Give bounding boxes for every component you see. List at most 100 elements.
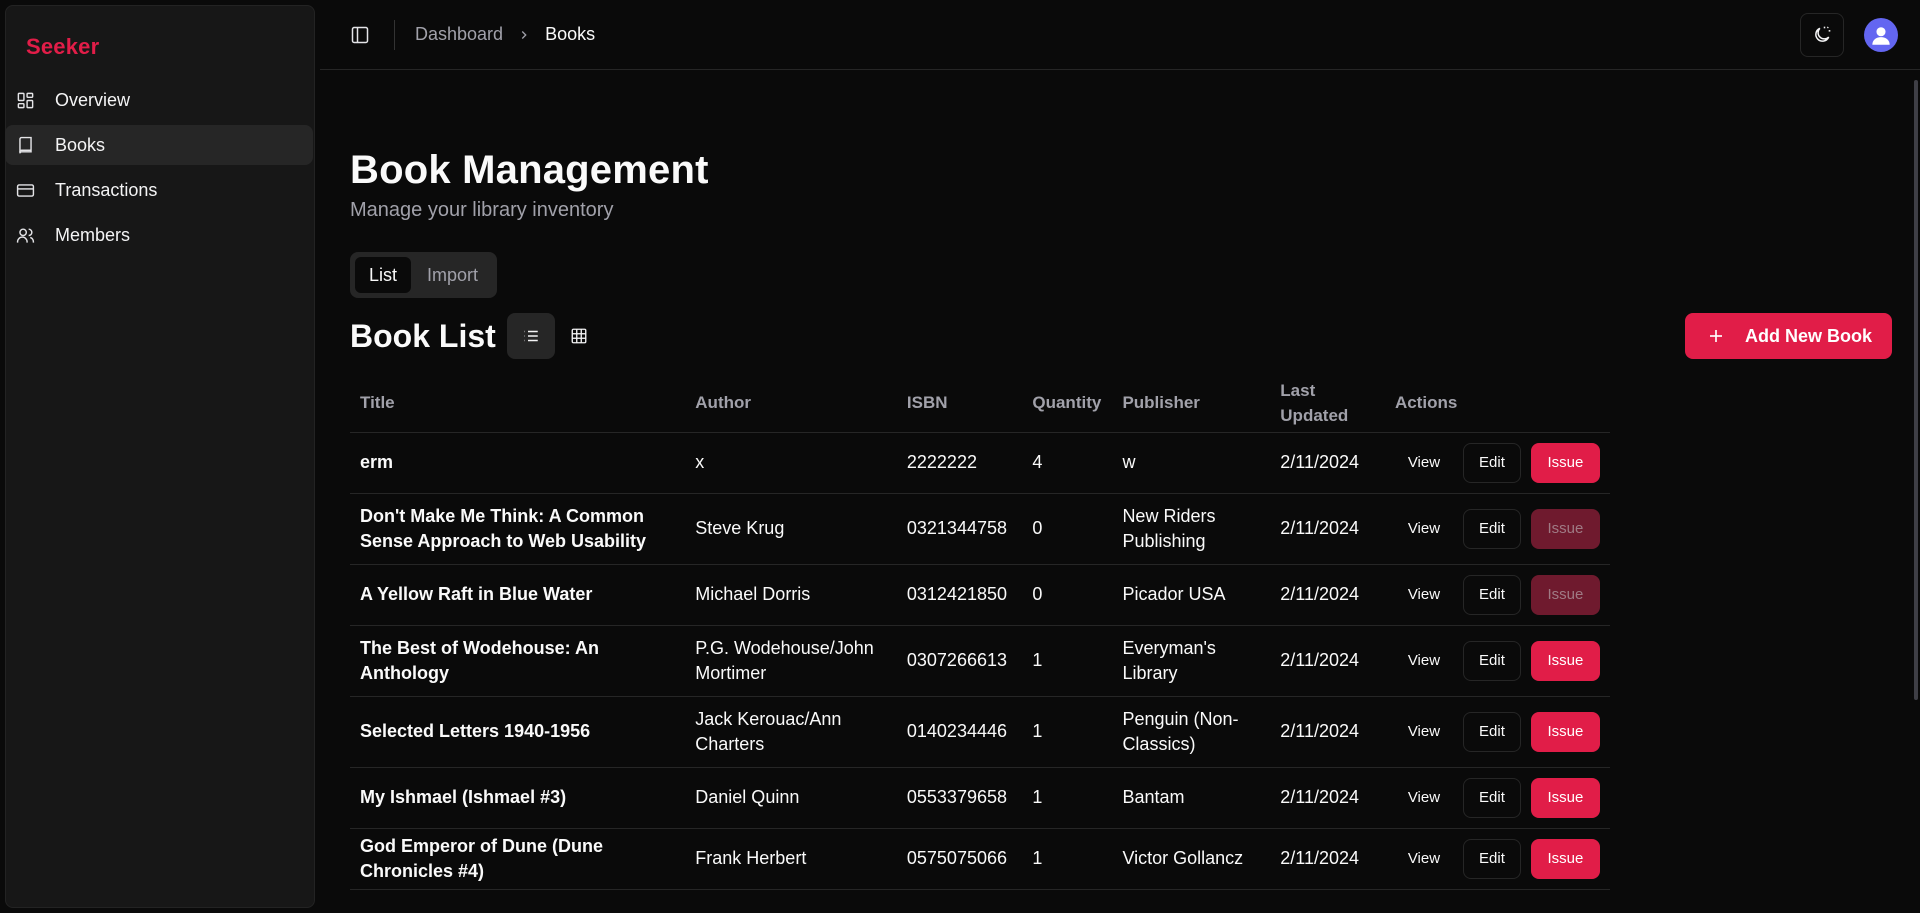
cell-publisher: Victor Gollancz — [1112, 828, 1271, 890]
breadcrumb-current: Books — [545, 24, 596, 44]
row-actions: View Edit Issue — [1395, 838, 1600, 879]
table-row[interactable]: Don't Make Me Think: A Common Sense Appr… — [350, 493, 1610, 565]
cell-author: Michael Dorris — [685, 564, 897, 626]
theme-toggle-button[interactable] — [1800, 12, 1844, 57]
scrollbar-thumb[interactable] — [1914, 80, 1918, 700]
topbar: Dashboard Books — [320, 0, 1920, 70]
cell-last-updated: 2/11/2024 — [1270, 564, 1385, 626]
row-actions: View Edit Issue — [1395, 574, 1600, 615]
cell-publisher: w — [1112, 432, 1271, 494]
edit-button[interactable]: Edit — [1462, 574, 1521, 615]
cell-quantity: 1 — [1022, 696, 1113, 768]
cell-actions: View Edit Issue — [1384, 828, 1610, 890]
cell-quantity: 1 — [1022, 625, 1113, 697]
sidebar-item-label: Transactions — [55, 179, 158, 200]
sidebar-item-label: Members — [55, 224, 131, 245]
issue-button[interactable]: Issue — [1530, 640, 1600, 681]
brand-logo[interactable]: Seeker — [6, 34, 314, 60]
cell-title: My Ishmael (Ishmael #3) — [350, 767, 686, 829]
sidebar: Seeker Overview Books Transactions Membe… — [0, 0, 320, 913]
view-button[interactable]: View — [1395, 712, 1453, 752]
cell-actions: View Edit Issue — [1384, 625, 1610, 697]
cell-actions: View Edit Issue — [1384, 767, 1610, 829]
issue-button: Issue — [1530, 574, 1600, 615]
edit-button[interactable]: Edit — [1462, 640, 1521, 681]
book-list-header: Book List Add New Book — [350, 313, 1892, 359]
table-row[interactable]: Selected Letters 1940-1956 Jack Kerouac/A… — [350, 696, 1610, 768]
sidebar-toggle-button[interactable] — [348, 23, 372, 47]
user-icon — [1872, 26, 1890, 45]
list-view-button[interactable] — [506, 313, 555, 359]
edit-button[interactable]: Edit — [1462, 442, 1521, 483]
book-list-title: Book List — [350, 317, 496, 354]
cell-author: x — [685, 432, 897, 494]
cell-publisher: Penguin (Non-Classics) — [1112, 696, 1271, 768]
grid-view-button[interactable] — [555, 313, 603, 359]
cell-quantity: 1 — [1022, 767, 1113, 829]
sidebar-nav: Overview Books Transactions Members — [5, 80, 314, 255]
sidebar-item-overview[interactable]: Overview — [5, 80, 313, 120]
table-row[interactable]: erm x 2222222 4 w 2/11/2024 View Edit Issue — [350, 432, 1610, 494]
issue-button[interactable]: Issue — [1530, 838, 1600, 879]
view-button[interactable]: View — [1395, 778, 1453, 818]
issue-button[interactable]: Issue — [1530, 777, 1600, 818]
cell-isbn: 0140234446 — [896, 696, 1023, 768]
column-header-isbn: ISBN — [896, 374, 1023, 433]
cell-author: Daniel Quinn — [685, 767, 897, 829]
view-button[interactable]: View — [1395, 641, 1453, 681]
edit-button[interactable]: Edit — [1462, 838, 1521, 879]
view-button[interactable]: View — [1395, 509, 1453, 549]
table-row[interactable]: A Yellow Raft in Blue Water Michael Dorri… — [350, 564, 1610, 626]
column-header-title: Title — [350, 374, 686, 433]
page-subtitle: Manage your library inventory — [350, 199, 614, 221]
cell-isbn: 0553379658 — [896, 767, 1023, 829]
edit-button[interactable]: Edit — [1462, 711, 1521, 752]
cell-last-updated: 2/11/2024 — [1270, 493, 1385, 565]
sidebar-item-members[interactable]: Members — [5, 215, 313, 255]
cell-last-updated: 2/11/2024 — [1270, 696, 1385, 768]
topbar-actions — [1800, 12, 1898, 57]
cell-publisher: Picador USA — [1112, 564, 1271, 626]
cell-title: A Yellow Raft in Blue Water — [350, 564, 686, 626]
view-button[interactable]: View — [1395, 839, 1453, 879]
cell-quantity: 4 — [1022, 432, 1113, 494]
view-button[interactable]: View — [1395, 575, 1453, 615]
cell-isbn: 0312421850 — [896, 564, 1023, 626]
table-grid-icon — [571, 328, 587, 344]
add-new-book-button[interactable]: Add New Book — [1684, 313, 1892, 359]
book-icon — [15, 135, 35, 155]
cell-isbn: 0307266613 — [896, 625, 1023, 697]
table-row[interactable]: God Emperor of Dune (Dune Chronicles #4)… — [350, 828, 1610, 890]
avatar[interactable] — [1864, 17, 1898, 52]
table-body: erm x 2222222 4 w 2/11/2024 View Edit Issue Don't… — [350, 432, 1610, 890]
cell-quantity: 0 — [1022, 564, 1113, 626]
table-row[interactable]: My Ishmael (Ishmael #3) Daniel Quinn 05533… — [350, 767, 1610, 829]
tab-import[interactable]: Import — [413, 257, 492, 293]
cell-last-updated: 2/11/2024 — [1270, 828, 1385, 890]
edit-button[interactable]: Edit — [1462, 777, 1521, 818]
issue-button[interactable]: Issue — [1530, 711, 1600, 752]
cell-last-updated: 2/11/2024 — [1270, 432, 1385, 494]
row-actions: View Edit Issue — [1395, 442, 1600, 483]
table-row[interactable]: The Best of Wodehouse: An Anthology P.G. … — [350, 625, 1610, 697]
sidebar-item-books[interactable]: Books — [5, 125, 313, 165]
main-area: Dashboard Books Book Management Manage y… — [320, 0, 1920, 913]
users-icon — [15, 225, 35, 245]
edit-button[interactable]: Edit — [1462, 508, 1521, 549]
cell-last-updated: 2/11/2024 — [1270, 767, 1385, 829]
scrollbar[interactable] — [1912, 80, 1920, 913]
view-button[interactable]: View — [1395, 443, 1453, 483]
divider — [394, 19, 395, 50]
column-header-last-updated: Last Updated — [1270, 374, 1385, 433]
breadcrumb-dashboard-link[interactable]: Dashboard — [415, 24, 503, 45]
sidebar-item-transactions[interactable]: Transactions — [5, 170, 313, 210]
chevron-right-icon — [517, 28, 531, 42]
app-shell: Seeker Overview Books Transactions Membe… — [0, 0, 1920, 913]
issue-button[interactable]: Issue — [1530, 442, 1600, 483]
cell-actions: View Edit Issue — [1384, 432, 1610, 494]
column-header-quantity: Quantity — [1022, 374, 1113, 433]
tab-list[interactable]: List — [355, 257, 412, 293]
add-new-book-label: Add New Book — [1744, 325, 1872, 346]
cell-isbn: 2222222 — [896, 432, 1023, 494]
plus-icon — [1707, 327, 1725, 345]
